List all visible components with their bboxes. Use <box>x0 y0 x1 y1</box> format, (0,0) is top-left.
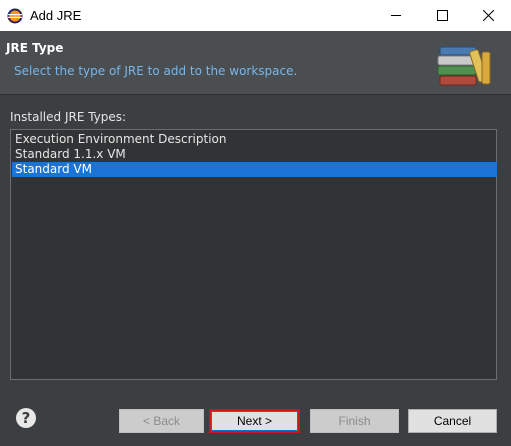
jre-types-list[interactable]: Execution Environment Description Standa… <box>10 129 497 380</box>
close-icon <box>482 10 494 21</box>
cancel-button[interactable]: Cancel <box>408 409 497 433</box>
list-item-execution-environment[interactable]: Execution Environment Description <box>12 132 497 147</box>
next-button[interactable]: Next > <box>209 409 300 433</box>
page-title: JRE Type <box>6 41 64 55</box>
finish-button[interactable]: Finish <box>310 409 399 433</box>
window-title: Add JRE <box>30 8 82 23</box>
close-button[interactable] <box>465 0 511 31</box>
list-item-standard-vm[interactable]: Standard VM <box>12 162 497 177</box>
installed-jre-types-label: Installed JRE Types: <box>10 110 127 124</box>
maximize-button[interactable] <box>419 0 465 31</box>
minimize-button[interactable] <box>373 0 419 31</box>
header-separator <box>0 94 511 95</box>
page-description: Select the type of JRE to add to the wor… <box>14 64 298 78</box>
title-bar: Add JRE <box>0 0 511 31</box>
list-item-standard-1-1-x-vm[interactable]: Standard 1.1.x VM <box>12 147 497 162</box>
wizard-header: JRE Type Select the type of JRE to add t… <box>0 31 511 94</box>
minimize-icon <box>391 15 401 16</box>
eclipse-icon <box>7 8 23 24</box>
library-books-icon <box>437 46 491 86</box>
help-icon[interactable]: ? <box>16 408 36 428</box>
maximize-icon <box>436 10 448 21</box>
back-button[interactable]: < Back <box>119 409 204 433</box>
